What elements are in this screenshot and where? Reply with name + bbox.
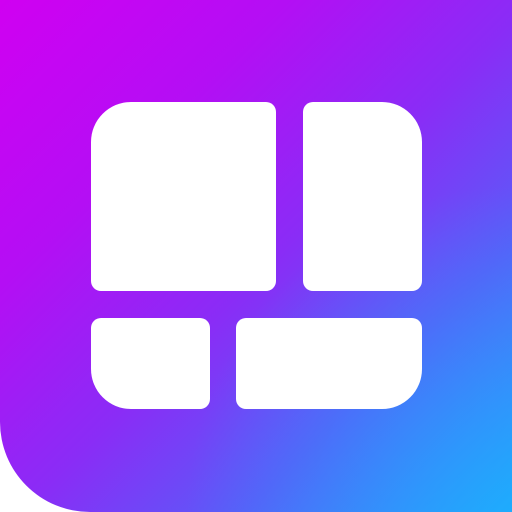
collage-tile-large (91, 102, 276, 291)
collage-tile-small (91, 318, 210, 409)
collage-grid-icon[interactable] (0, 0, 512, 512)
collage-tile-wide (236, 318, 422, 409)
collage-tile-tall (303, 102, 422, 291)
